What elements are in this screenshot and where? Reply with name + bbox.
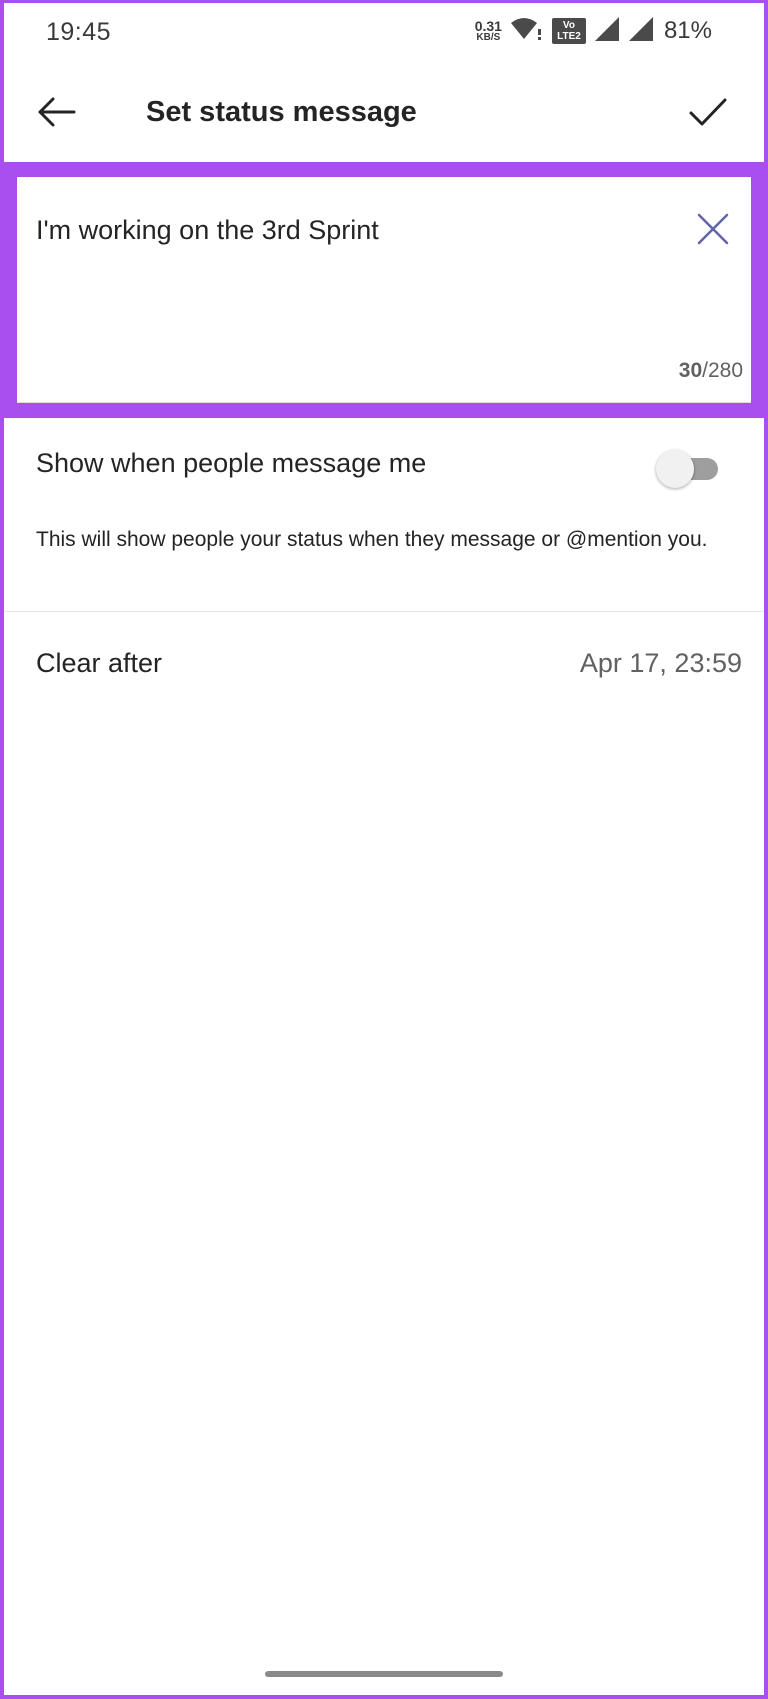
- signal-icon: [628, 16, 654, 47]
- page-title: Set status message: [146, 96, 417, 128]
- volte-icon: Vo LTE2: [551, 18, 586, 44]
- show-when-messaged-helper: This will show people your status when t…: [36, 528, 708, 551]
- character-count: 30: [678, 359, 703, 382]
- show-when-messaged-toggle[interactable]: [656, 448, 720, 488]
- clear-after-value: Apr 17, 23:59: [579, 648, 742, 678]
- checkmark-icon: [688, 96, 728, 133]
- toggle-thumb: [656, 450, 694, 488]
- status-time: 19:45: [46, 18, 112, 46]
- app-bar: Set status message: [0, 66, 768, 162]
- show-when-messaged-label: Show when people message me: [36, 448, 427, 478]
- signal-icon: [594, 16, 620, 47]
- wifi-icon: [510, 15, 544, 48]
- arrow-left-icon: [36, 96, 76, 133]
- show-when-messaged-row[interactable]: Show when people message me: [0, 428, 768, 508]
- character-limit: /280: [702, 359, 743, 382]
- network-speed-value: 0.31: [474, 18, 502, 34]
- clear-after-row[interactable]: Clear after Apr 17, 23:59: [0, 612, 768, 716]
- status-icons: 0.31 KB/S Vo LTE2 81%: [475, 16, 712, 46]
- back-button[interactable]: [30, 88, 82, 140]
- save-button[interactable]: [682, 88, 734, 140]
- status-bar: 19:45 0.31 KB/S Vo LTE2 81%: [0, 0, 768, 66]
- volte-bottom-label: LTE2: [557, 31, 581, 42]
- character-counter: 30/280: [679, 359, 743, 383]
- clear-message-button[interactable]: [693, 211, 733, 251]
- home-indicator[interactable]: [265, 1671, 503, 1677]
- network-speed: 0.31 KB/S: [475, 19, 502, 43]
- network-speed-unit: KB/S: [476, 32, 501, 43]
- status-message-text[interactable]: I'm working on the 3rd Sprint: [36, 215, 379, 246]
- close-icon: [696, 212, 730, 251]
- clear-after-label: Clear after: [36, 648, 163, 678]
- battery-level: 81%: [663, 17, 712, 44]
- volte-top-label: Vo: [562, 20, 575, 31]
- status-message-input[interactable]: I'm working on the 3rd Sprint 30/280: [17, 177, 751, 403]
